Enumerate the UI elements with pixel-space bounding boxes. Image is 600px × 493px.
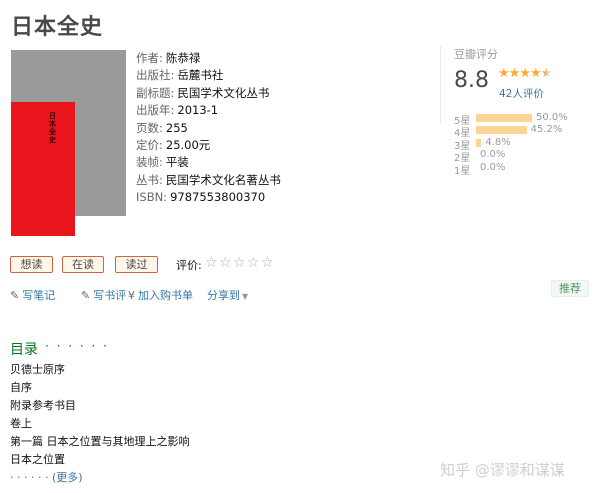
cover-vertical-title: 日本全史 (49, 111, 56, 144)
info-row: 丛书: 民国学术文化名著丛书 (136, 172, 281, 189)
rating-score: 8.8 (454, 68, 489, 93)
yen-icon: ¥ (128, 289, 135, 302)
rating-distribution: 5星 50.0% 4星 45.2% 3星 4.8% 2星 0.0% 1星 0.0% (454, 112, 568, 177)
rating-percent: 0.0% (480, 161, 506, 173)
rating-percent: 0.0% (480, 149, 506, 161)
write-review-link[interactable]: ✎ 写书评 (81, 287, 126, 303)
info-row: ISBN: 9787553800370 (136, 189, 281, 206)
rate-star-icon[interactable]: ☆ (205, 255, 218, 271)
info-label: 副标题: (136, 85, 175, 100)
toc-item: 贝德士原序 (10, 363, 65, 376)
toc-title: 目录 (10, 342, 38, 358)
rate-label: 评价: (176, 259, 202, 272)
write-note-link[interactable]: ✎ 写笔记 (10, 287, 55, 303)
info-value: 岳麓书社 (177, 68, 224, 83)
toc-more-link[interactable]: 更多 (56, 471, 78, 484)
info-value: 2013-1 (177, 103, 219, 118)
info-label: 作者: (136, 51, 163, 65)
toc-dots: · · · · · · (45, 339, 109, 353)
toc-item: 第一篇 日本之位置与其地理上之影响 (10, 435, 190, 448)
zhihu-watermark: 知乎 @谬谬和谋谋 (440, 461, 565, 479)
star-level-label: 1星 (454, 165, 471, 177)
book-cover-image[interactable]: 日本全史 (11, 50, 126, 236)
info-value-link[interactable]: 民国学术文化名著丛书 (166, 173, 281, 187)
rating-distribution-row: 3星 4.8% (454, 137, 511, 152)
info-value: 平装 (165, 155, 189, 170)
rating-distribution-row: 1星 0.0% (454, 162, 505, 177)
star-icon: ★ (519, 66, 531, 81)
rating-count-link[interactable]: 42人评价 (499, 86, 544, 101)
rating-header: 豆瓣评分 (454, 48, 498, 61)
share-label: 分享到 (207, 289, 240, 302)
share-link[interactable]: 分享到 ▼ (207, 287, 248, 303)
info-label: 定价: (136, 138, 163, 153)
info-row: 出版年: 2013-1 (136, 102, 281, 119)
toc-more-suffix: ) (78, 471, 83, 484)
rating-distribution-row: 4星 45.2% (454, 124, 562, 139)
rating-distribution-row: 5星 50.0% (454, 112, 568, 127)
star-icon: ★ (498, 66, 510, 81)
info-row: 装帧: 平装 (136, 154, 281, 171)
rating-bar (476, 126, 527, 135)
info-label: ISBN: (136, 190, 168, 205)
add-to-cart-link[interactable]: ¥ 加入购书单 (128, 287, 193, 303)
info-value: 255 (165, 120, 188, 135)
write-note-label: 写笔记 (22, 289, 56, 302)
chevron-down-icon: ▼ (242, 292, 249, 301)
rating-percent: 45.2% (530, 124, 563, 136)
rate-star-icon[interactable]: ☆ (247, 255, 260, 271)
rate-star-icon[interactable]: ☆ (261, 255, 274, 271)
info-row: 副标题: 民国学术文化丛书 (136, 85, 281, 102)
info-label: 丛书: (136, 172, 163, 187)
info-label: 装帧: (136, 155, 163, 170)
info-row: 作者: 陈恭禄 (136, 50, 281, 67)
rate-star-icon[interactable]: ☆ (233, 255, 246, 271)
info-value: 25.00元 (165, 138, 211, 153)
half-star-icon: ★ (540, 66, 553, 81)
info-row: 页数: 255 (136, 120, 281, 137)
rating-percent: 4.8% (485, 136, 511, 148)
recommend-button[interactable]: 推荐 (551, 280, 589, 297)
rating-bar (476, 114, 532, 122)
toc-more: · · · · · · (更多) (10, 469, 190, 487)
want-to-read-button[interactable]: 想读 (10, 256, 53, 273)
toc-item: 卷上 (10, 417, 32, 430)
rating-percent: 50.0% (536, 112, 568, 123)
rating-bar (476, 138, 482, 147)
star-icon: ★ (529, 66, 542, 81)
info-row: 定价: 25.00元 (136, 137, 281, 154)
add-to-cart-label: 加入购书单 (138, 289, 193, 302)
rating-distribution-row: 2星 0.0% (454, 149, 505, 164)
table-of-contents: 贝德士原序自序附录参考书目 卷上第一篇 日本之位置与其地理上之影响 日本之位置 · ·… (10, 361, 190, 487)
pencil-icon: ✎ (81, 289, 91, 302)
reading-button[interactable]: 在读 (62, 256, 104, 273)
book-info: 作者: 陈恭禄 出版社: 岳麓书社 副标题: 民国学术文化丛书 出版年: 2013-1 页数: 2… (136, 50, 281, 207)
toc-item: 附录参考书目 (10, 399, 76, 412)
have-read-button[interactable]: 读过 (115, 256, 158, 273)
book-title: 日本全史 (11, 15, 104, 40)
rate-star-icon[interactable]: ☆ (219, 255, 232, 271)
pencil-icon: ✎ (10, 289, 20, 302)
toc-item: 自序 (10, 381, 32, 394)
info-value-link[interactable]: 陈恭禄 (166, 51, 201, 65)
toc-item: 日本之位置 (10, 453, 65, 466)
info-label: 出版年: (136, 103, 175, 118)
rating-stars: ★★★★★ (498, 66, 553, 81)
toc-more-prefix: · · · · · · ( (10, 471, 57, 484)
info-value: 民国学术文化丛书 (177, 85, 270, 100)
star-icon: ★ (508, 66, 521, 81)
info-row: 出版社: 岳麓书社 (136, 67, 281, 84)
write-review-label: 写书评 (93, 289, 127, 302)
cover-red-band (11, 102, 75, 236)
info-label: 页数: (136, 120, 163, 135)
info-value: 9787553800370 (170, 190, 266, 205)
info-label: 出版社: (136, 68, 175, 83)
